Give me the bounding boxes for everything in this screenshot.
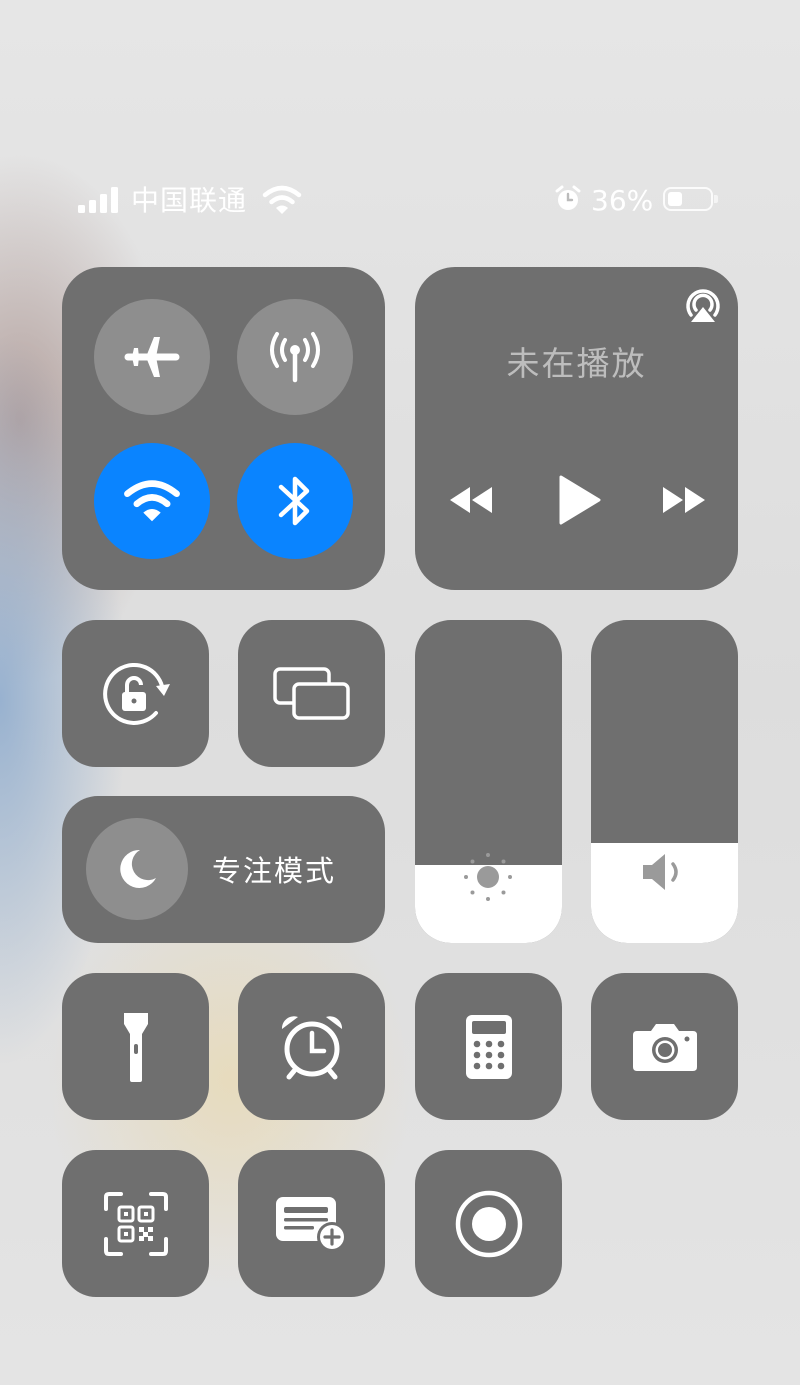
flashlight-button[interactable]: [62, 973, 209, 1120]
alarm-clock-icon: [281, 1015, 342, 1079]
camera-button[interactable]: [591, 973, 738, 1120]
wifi-icon: [262, 185, 302, 214]
now-playing-module[interactable]: 未在播放: [415, 267, 738, 590]
antenna-icon: [270, 332, 320, 383]
focus-moon-circle: [86, 818, 188, 920]
rotation-lock-icon: [102, 662, 170, 725]
screen-record-icon: [455, 1190, 522, 1257]
calculator-button[interactable]: [415, 973, 562, 1120]
brightness-slider[interactable]: [415, 620, 562, 943]
fast-forward-icon[interactable]: [658, 483, 708, 517]
wallet-add-icon: [275, 1196, 347, 1252]
speaker-icon: [643, 854, 678, 890]
bluetooth-icon: [278, 476, 310, 526]
alarm-icon: [555, 185, 581, 210]
alarm-clock-button[interactable]: [238, 973, 385, 1120]
screen-record-button[interactable]: [415, 1150, 562, 1297]
airplay-icon[interactable]: [682, 283, 724, 325]
battery-percentage: 36%: [591, 184, 654, 217]
cellular-data-toggle[interactable]: [237, 299, 353, 415]
rotation-lock-button[interactable]: [62, 620, 209, 767]
rewind-icon[interactable]: [447, 483, 497, 517]
battery-fill: [668, 192, 682, 206]
connectivity-module: [62, 267, 385, 590]
battery-icon: [663, 187, 718, 211]
focus-mode-label: 专注模式: [212, 854, 337, 888]
flashlight-icon: [123, 1012, 148, 1082]
calculator-icon: [465, 1014, 512, 1079]
bluetooth-toggle[interactable]: [237, 443, 353, 559]
play-icon[interactable]: [557, 474, 603, 526]
wifi-toggle[interactable]: [94, 443, 210, 559]
cellular-signal-icon: [78, 187, 122, 213]
moon-icon: [120, 849, 156, 888]
wallet-add-button[interactable]: [238, 1150, 385, 1297]
sun-icon: [464, 853, 512, 901]
wifi-icon: [124, 480, 180, 522]
status-bar: 中国联通 36%: [0, 178, 800, 224]
airplane-icon: [124, 337, 180, 377]
carrier-name: 中国联通: [131, 184, 248, 217]
screen-mirroring-button[interactable]: [238, 620, 385, 767]
qr-code-scanner-button[interactable]: [62, 1150, 209, 1297]
qr-code-scanner-icon: [103, 1191, 168, 1256]
focus-mode-button[interactable]: 专注模式: [62, 796, 385, 943]
now-playing-title: 未在播放: [506, 344, 647, 383]
screen-mirroring-icon: [272, 666, 350, 720]
airplane-mode-toggle[interactable]: [94, 299, 210, 415]
camera-icon: [632, 1023, 697, 1071]
volume-slider[interactable]: [591, 620, 738, 943]
